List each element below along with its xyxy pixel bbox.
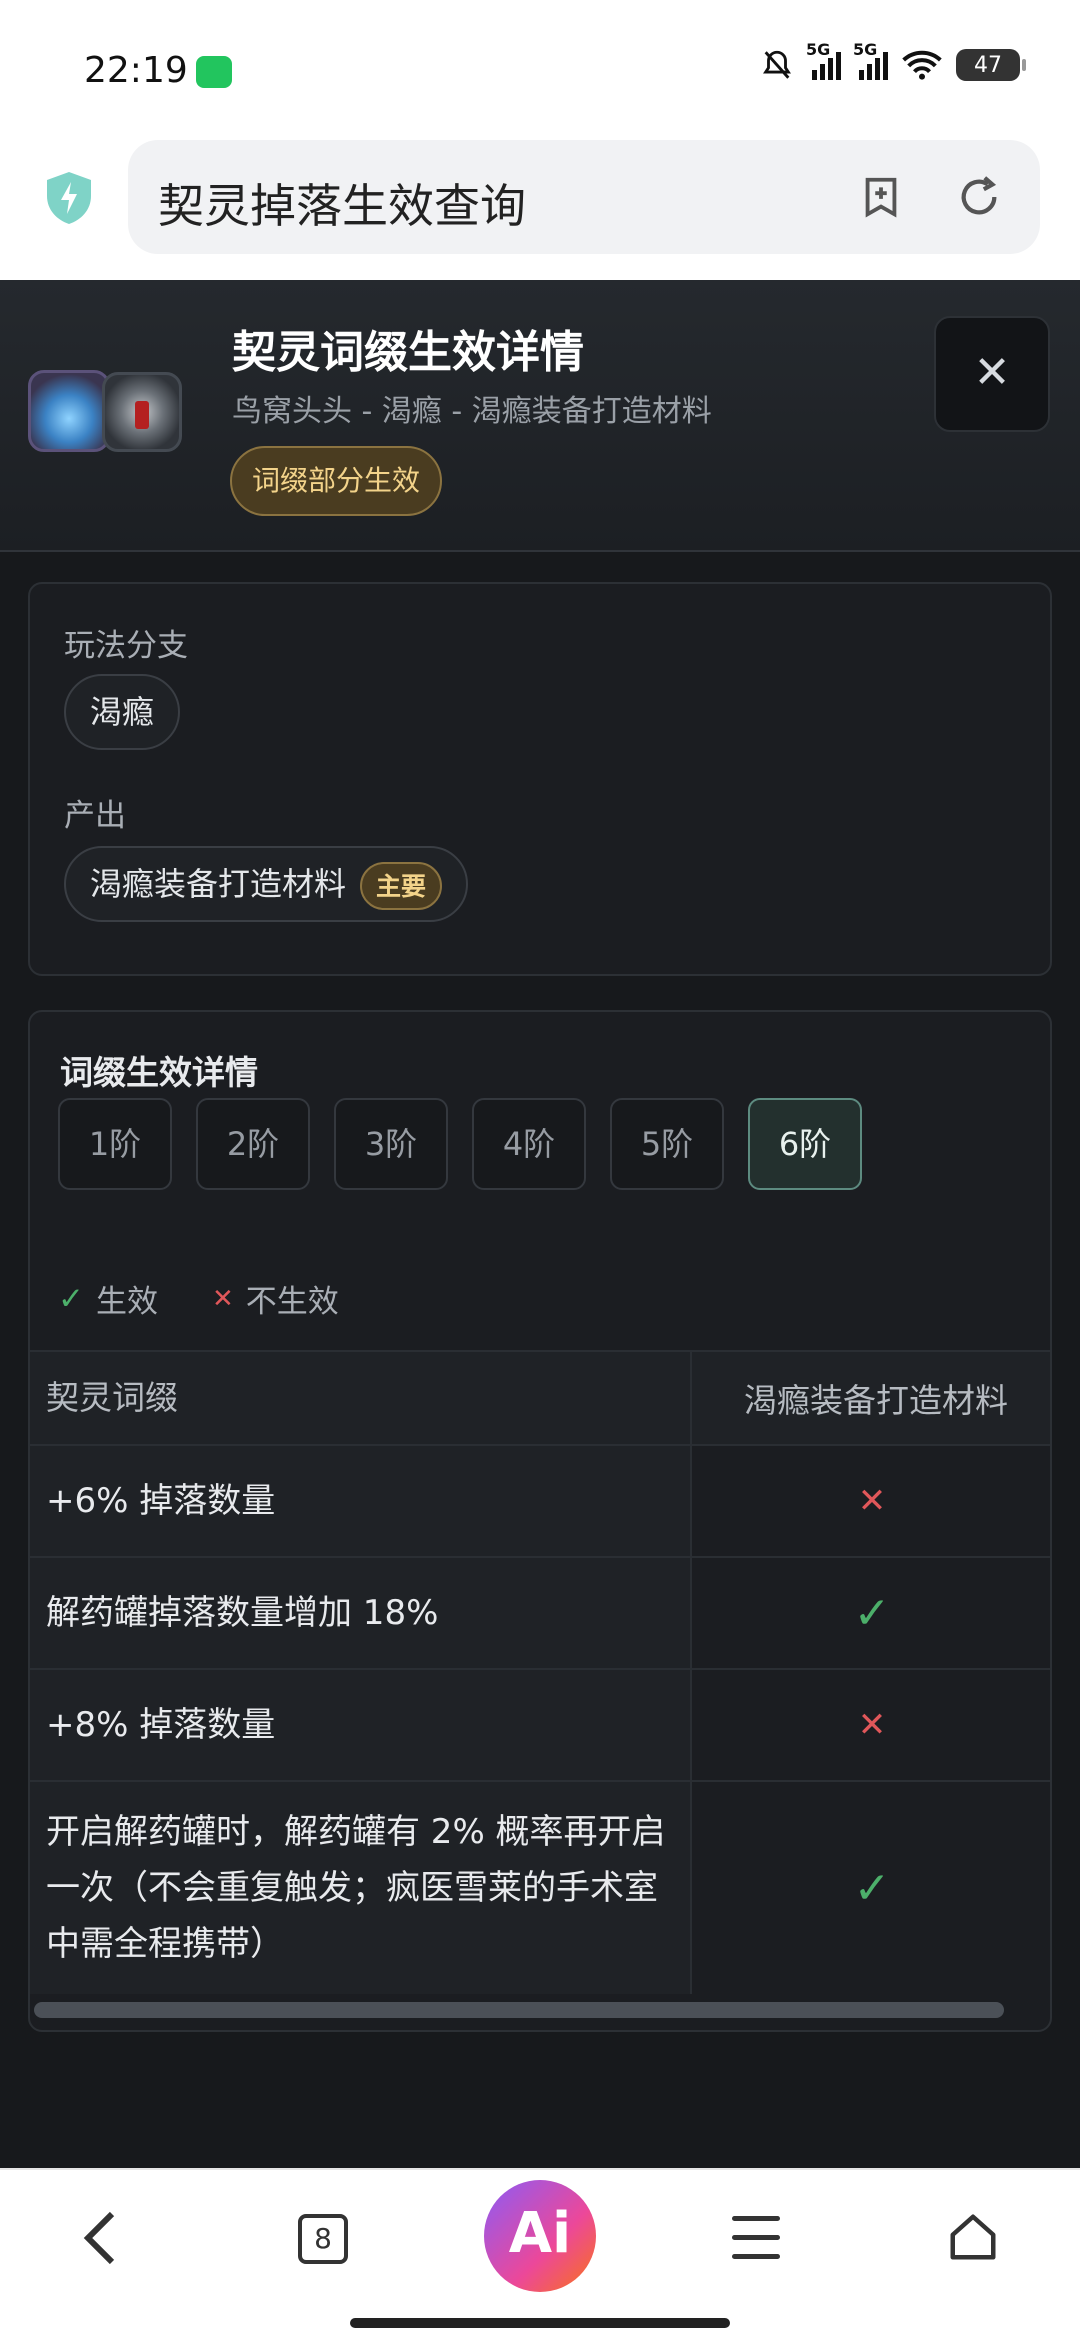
horizontal-scrollbar[interactable] (34, 2002, 1004, 2018)
branch-chip: 渴瘾 (64, 674, 181, 750)
check-icon: ✓ (58, 1280, 84, 1317)
check-icon: ✓ (692, 1558, 1050, 1668)
status-time: 22:19 (84, 50, 188, 91)
ai-assistant-button[interactable]: Ai (484, 2180, 596, 2292)
detail-subtitle: 鸟窝头头 - 渴瘾 - 渴瘾装备打造材料 (232, 394, 712, 429)
column-header-material: 渴瘾装备打造材料 (692, 1352, 1050, 1444)
search-query[interactable]: 契灵掉落生效查询 (158, 170, 526, 236)
cross-icon: ✕ (692, 1670, 1050, 1780)
primary-tag: 主要 (360, 862, 443, 910)
table-row: 解药罐掉落数量增加 18% ✓ (30, 1556, 1050, 1668)
status-icons: 5G 5G 47 (760, 40, 1026, 82)
affix-name: +8% 掉落数量 (30, 1670, 692, 1780)
home-indicator (350, 2318, 730, 2328)
cross-icon: ✕ (211, 1283, 234, 1314)
add-bookmark-icon[interactable] (858, 174, 904, 220)
section-title: 词缀生效详情 (60, 1053, 258, 1092)
tier-tab-6[interactable]: 6阶 (748, 1098, 862, 1190)
refresh-icon[interactable] (956, 174, 1002, 220)
source-info-card: 玩法分支 渴瘾 产出 渴瘾装备打造材料 主要 (28, 582, 1052, 976)
output-label: 产出 (64, 798, 126, 834)
cell-signal-icon: 5G (853, 40, 888, 80)
wechat-notification-icon (196, 56, 232, 88)
battery-indicator: 47 (956, 49, 1026, 81)
tabs-button[interactable]: 8 (298, 2214, 348, 2264)
menu-icon[interactable] (732, 2216, 780, 2260)
tier-tab-4[interactable]: 4阶 (472, 1098, 586, 1190)
status-bar: 22:19 5G 5G 47 (0, 0, 1080, 140)
shield-icon[interactable] (44, 170, 94, 226)
check-icon: ✓ (692, 1782, 1050, 1994)
pet-avatar (28, 370, 110, 452)
affix-table: 契灵词缀 渴瘾装备打造材料 +6% 掉落数量 ✕ 解药罐掉落数量增加 18% ✓… (30, 1350, 1050, 1994)
tier-tab-3[interactable]: 3阶 (334, 1098, 448, 1190)
legend-not-effective: ✕ 不生效 (211, 1283, 339, 1321)
table-header: 契灵词缀 渴瘾装备打造材料 (30, 1350, 1050, 1444)
tier-tabs: 1阶 2阶 3阶 4阶 5阶 6阶 (58, 1098, 862, 1190)
tier-tab-5[interactable]: 5阶 (610, 1098, 724, 1190)
tier-tab-1[interactable]: 1阶 (58, 1098, 172, 1190)
cell-signal-icon: 5G (806, 40, 841, 80)
detail-header: 契灵词缀生效详情 鸟窝头头 - 渴瘾 - 渴瘾装备打造材料 词缀部分生效 ✕ (0, 280, 1080, 552)
bottom-nav: 8 Ai (0, 2168, 1080, 2339)
search-box[interactable]: 契灵掉落生效查询 (128, 140, 1040, 254)
wifi-icon (902, 50, 942, 80)
item-avatar (102, 372, 182, 452)
output-value: 渴瘾装备打造材料 (90, 865, 347, 903)
branch-label: 玩法分支 (64, 628, 188, 664)
affix-detail-card: 词缀生效详情 1阶 2阶 3阶 4阶 5阶 6阶 ✓ 生效 ✕ 不生效 契灵词缀 渴… (28, 1010, 1052, 2032)
back-icon[interactable] (80, 2208, 120, 2268)
affix-name: 解药罐掉落数量增加 18% (30, 1558, 692, 1668)
legend-effective: ✓ 生效 (58, 1280, 158, 1321)
status-badge: 词缀部分生效 (230, 446, 443, 516)
cross-icon: ✕ (692, 1446, 1050, 1556)
column-header-affix: 契灵词缀 (30, 1352, 692, 1444)
table-row: +8% 掉落数量 ✕ (30, 1668, 1050, 1780)
bell-muted-icon (763, 50, 791, 79)
detail-title: 契灵词缀生效详情 (232, 327, 584, 378)
home-icon[interactable] (946, 2210, 1000, 2264)
legend: ✓ 生效 ✕ 不生效 (58, 1276, 339, 1321)
affix-detail-panel: 契灵词缀生效详情 鸟窝头头 - 渴瘾 - 渴瘾装备打造材料 词缀部分生效 ✕ 玩… (0, 280, 1080, 2170)
affix-name: +6% 掉落数量 (30, 1446, 692, 1556)
tier-tab-2[interactable]: 2阶 (196, 1098, 310, 1190)
table-row: +6% 掉落数量 ✕ (30, 1444, 1050, 1556)
affix-name: 开启解药罐时，解药罐有 2% 概率再开启一次（不会重复触发；疯医雪莱的手术室中需… (30, 1782, 692, 1994)
table-row: 开启解药罐时，解药罐有 2% 概率再开启一次（不会重复触发；疯医雪莱的手术室中需… (30, 1780, 1050, 1994)
output-chip: 渴瘾装备打造材料 主要 (64, 846, 469, 922)
close-button[interactable]: ✕ (934, 316, 1050, 432)
